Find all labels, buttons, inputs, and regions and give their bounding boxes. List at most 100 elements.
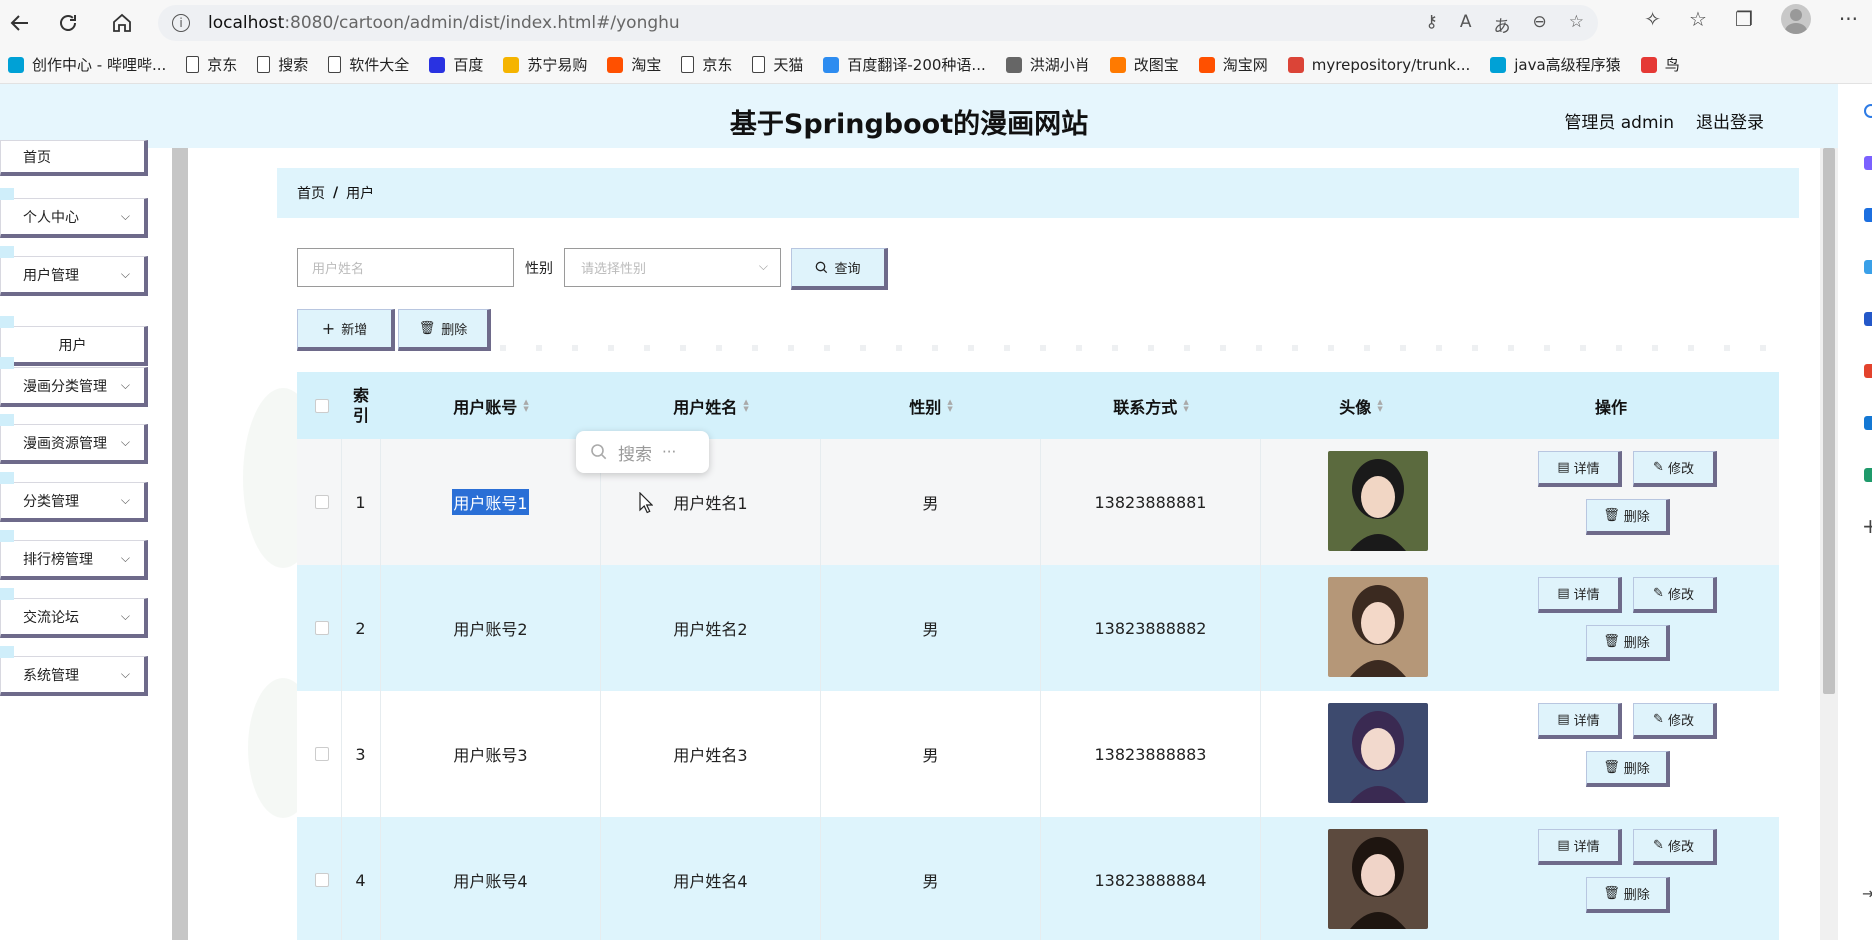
header-avatar[interactable]: 头像 ▲ ▼ [1261, 372, 1461, 439]
table-row[interactable]: 3 用户账号3 用户姓名3 男 13823888883 ▤ 详情 ✎ 修改 🗑 删除 [297, 691, 1779, 817]
more-icon[interactable]: ··· [1839, 7, 1858, 31]
bookmark-item[interactable]: 搜索 [249, 50, 320, 80]
sidebar-item[interactable]: 系统管理 ⌵ [0, 656, 148, 696]
copilot-icon[interactable] [1864, 156, 1872, 170]
detail-button[interactable]: ▤ 详情 [1538, 703, 1622, 739]
detail-button[interactable]: ▤ 详情 [1538, 451, 1622, 487]
info-icon[interactable]: i [172, 14, 190, 32]
table-row[interactable]: 2 用户账号2 用户姓名2 男 13823888882 ▤ 详情 ✎ 修改 🗑 删除 [297, 565, 1779, 691]
cell-account-text: 用户账号1 [452, 489, 529, 515]
bookmark-item[interactable]: 软件大全 [320, 50, 421, 80]
translate-icon[interactable]: あ [1494, 12, 1511, 37]
search-icon[interactable] [1864, 104, 1872, 118]
sidebar-item[interactable]: 漫画资源管理 ⌵ [0, 424, 148, 464]
breadcrumb-home[interactable]: 首页 [297, 183, 325, 203]
extensions-icon[interactable]: ✧ [1644, 7, 1661, 31]
table-row[interactable]: 1 用户账号1 用户姓名1 男 13823888881 ▤ 详情 ✎ 修改 🗑 删除 [297, 439, 1779, 565]
row-checkbox[interactable] [315, 495, 329, 509]
sidebar-item[interactable]: 分类管理 ⌵ [0, 482, 148, 522]
bookmark-item[interactable]: 苏宁易购 [495, 50, 599, 80]
header-name[interactable]: 用户姓名 ▲ ▼ [601, 372, 821, 439]
trash-icon: 🗑 [1603, 508, 1620, 523]
delete-button[interactable]: 🗑 删除 [1586, 625, 1670, 661]
tree-icon[interactable] [1864, 468, 1872, 482]
zoom-icon[interactable]: ⊖ [1533, 12, 1547, 37]
collapse-icon[interactable]: ⇥ [1862, 884, 1872, 903]
cell-account: 用户账号3 [381, 691, 601, 817]
row-checkbox[interactable] [315, 747, 329, 761]
sidebar-scrollbar[interactable] [172, 148, 188, 940]
bookmark-label: 淘宝网 [1222, 56, 1268, 74]
sidebar-item[interactable]: 个人中心 ⌵ [0, 198, 148, 238]
sort-icon[interactable]: ▲ ▼ [947, 398, 952, 413]
sort-icon[interactable]: ▲ ▼ [1183, 398, 1188, 413]
favorites-icon[interactable]: ☆ [1689, 7, 1707, 31]
edit-button[interactable]: ✎ 修改 [1633, 451, 1717, 487]
bookmark-item[interactable]: 改图宝 [1102, 50, 1191, 80]
text-selection-popup[interactable]: 搜索 ··· [576, 431, 709, 473]
outlook-icon[interactable] [1864, 416, 1872, 430]
delete-button[interactable]: 🗑 删除 [1586, 751, 1670, 787]
sort-icon[interactable]: ▲ ▼ [523, 398, 528, 413]
sidebar-item[interactable]: 首页 [0, 140, 148, 176]
bookmark-item[interactable]: 京东 [178, 50, 249, 80]
scrollbar-thumb[interactable] [1823, 148, 1835, 694]
sidebar-item[interactable]: 用户管理 ⌵ [0, 256, 148, 296]
edit-button[interactable]: ✎ 修改 [1633, 703, 1717, 739]
delete-button[interactable]: 🗑 删除 [1586, 499, 1670, 535]
row-checkbox[interactable] [315, 621, 329, 635]
bookmark-item[interactable]: 淘宝网 [1191, 50, 1280, 80]
tools-icon[interactable] [1864, 260, 1872, 274]
back-icon[interactable] [0, 3, 40, 43]
sort-icon[interactable]: ▲ ▼ [743, 398, 748, 413]
sidebar-item[interactable]: 交流论坛 ⌵ [0, 598, 148, 638]
add-button[interactable]: + 新增 [297, 309, 395, 351]
row-checkbox[interactable] [315, 873, 329, 887]
name-search-input[interactable]: 用户姓名 [297, 248, 514, 287]
people-icon[interactable] [1864, 312, 1872, 326]
home-icon[interactable] [102, 3, 142, 43]
shopping-icon[interactable] [1864, 208, 1872, 222]
select-all-checkbox[interactable] [315, 399, 329, 413]
main-scrollbar[interactable] [1820, 148, 1838, 940]
query-button[interactable]: 查询 [791, 248, 888, 290]
bookmark-item[interactable]: 鸟 [1633, 50, 1692, 80]
header-account[interactable]: 用户账号 ▲ ▼ [381, 372, 601, 439]
bookmark-label: 搜索 [278, 56, 309, 74]
sort-icon[interactable]: ▲ ▼ [1377, 398, 1382, 413]
batch-delete-button[interactable]: 🗑 删除 [398, 309, 491, 351]
bookmark-item[interactable]: java高级程序猿 [1482, 50, 1632, 80]
sidebar-item[interactable]: 排行榜管理 ⌵ [0, 540, 148, 580]
bookmark-item[interactable]: 京东 [673, 50, 744, 80]
favorite-add-icon[interactable]: ☆ [1569, 12, 1584, 37]
popup-search-label[interactable]: 搜索 [618, 440, 652, 465]
gender-select[interactable]: 请选择性别 ⌵ [564, 248, 781, 287]
collections-icon[interactable]: ❐ [1735, 7, 1753, 31]
add-icon[interactable]: + [1862, 514, 1872, 538]
logout-link[interactable]: 退出登录 [1696, 108, 1764, 133]
key-icon[interactable]: ⚷ [1425, 12, 1437, 37]
bookmark-item[interactable]: 洪湖小肖 [998, 50, 1102, 80]
profile-avatar[interactable] [1780, 4, 1811, 34]
bookmark-item[interactable]: myrepository/trunk... [1280, 50, 1482, 80]
edit-button[interactable]: ✎ 修改 [1633, 577, 1717, 613]
bookmark-item[interactable]: 创作中心 - 哔哩哔... [0, 50, 178, 80]
header-gender[interactable]: 性别 ▲ ▼ [821, 372, 1041, 439]
detail-button[interactable]: ▤ 详情 [1538, 577, 1622, 613]
table-row[interactable]: 4 用户账号4 用户姓名4 男 13823888884 ▤ 详情 ✎ 修改 🗑 删除 [297, 817, 1779, 940]
bookmark-item[interactable]: 百度 [421, 50, 495, 80]
bookmark-item[interactable]: 淘宝 [599, 50, 673, 80]
bookmark-item[interactable]: 百度翻译-200种语... [815, 50, 997, 80]
office-icon[interactable] [1864, 364, 1872, 378]
popup-more-icon[interactable]: ··· [662, 443, 676, 461]
refresh-icon[interactable] [48, 3, 88, 43]
sidebar-item[interactable]: 漫画分类管理 ⌵ [0, 367, 148, 407]
bookmark-item[interactable]: 天猫 [744, 50, 815, 80]
address-bar[interactable]: i localhost:8080/cartoon/admin/dist/inde… [158, 5, 1598, 41]
read-aloud-icon[interactable]: A [1460, 12, 1472, 37]
sidebar-item[interactable]: 用户 [0, 326, 148, 366]
edit-button[interactable]: ✎ 修改 [1633, 829, 1717, 865]
header-phone[interactable]: 联系方式 ▲ ▼ [1041, 372, 1261, 439]
detail-button[interactable]: ▤ 详情 [1538, 829, 1622, 865]
delete-button[interactable]: 🗑 删除 [1586, 877, 1670, 913]
